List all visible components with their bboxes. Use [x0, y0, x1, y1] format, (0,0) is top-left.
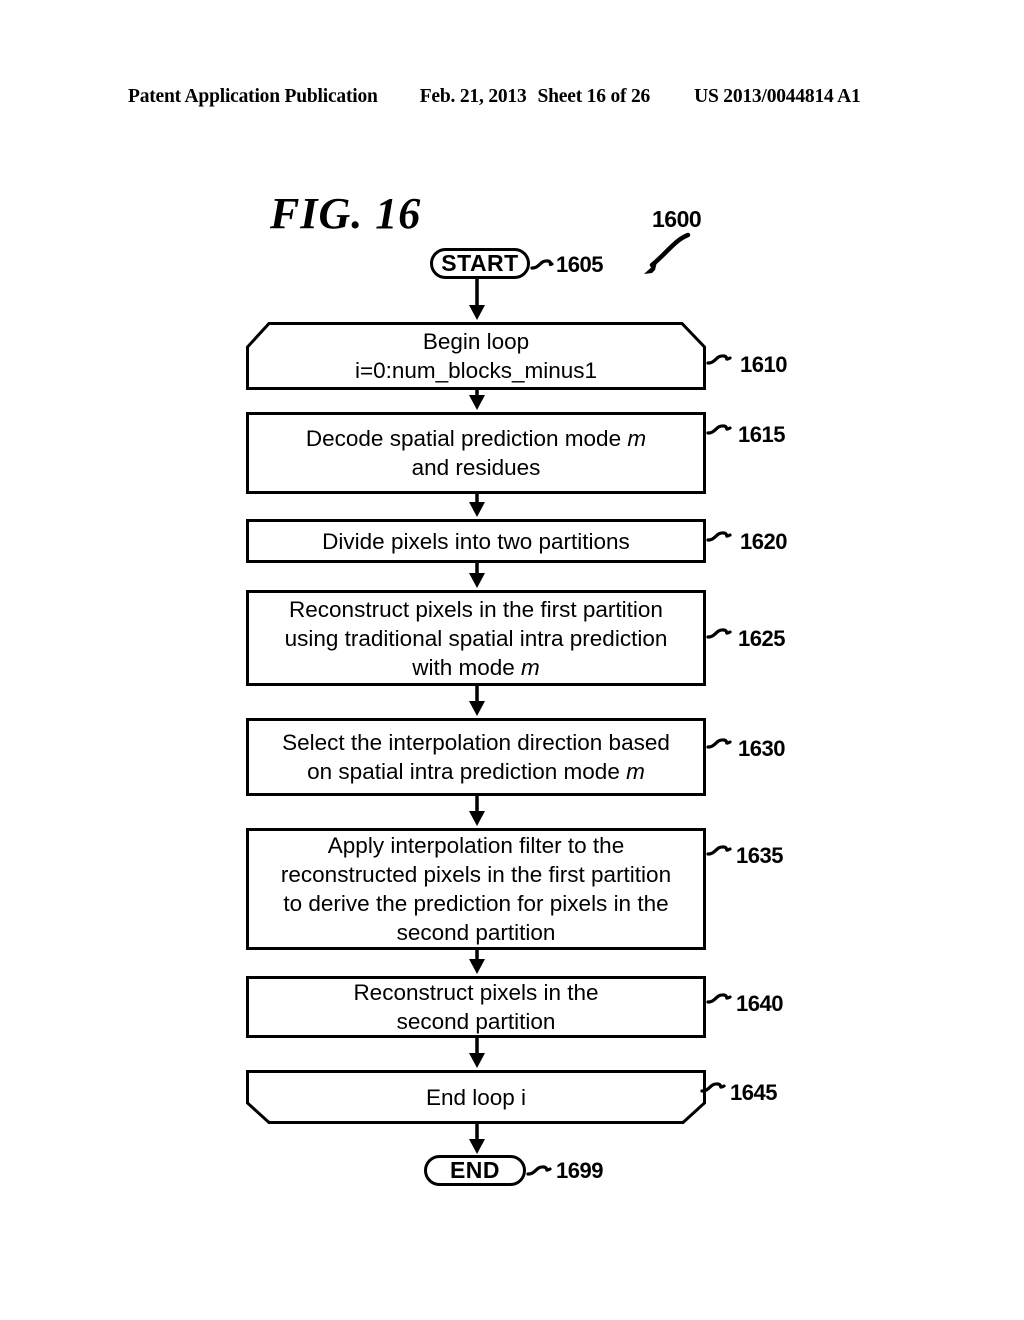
node-end-loop-label: End loop i: [425, 1084, 527, 1110]
flowchart: START Begin loop i=0:num_blocks_minus1 D…: [0, 0, 1024, 1320]
node-apply-interpolation-filter-line4: second partition: [396, 920, 556, 945]
ref-number-1699: 1699: [556, 1158, 603, 1183]
node-decode-mode-line2: and residues: [411, 455, 541, 480]
node-reconstruct-first-partition-line2: using traditional spatial intra predicti…: [284, 625, 668, 651]
ref-number-1630: 1630: [738, 736, 785, 761]
ref-number-1645: 1645: [730, 1080, 777, 1105]
node-select-interpolation-direction-line2: on spatial intra prediction mode m: [307, 759, 645, 784]
node-reconstruct-first-partition-line3: with mode m: [412, 654, 540, 680]
node-divide-pixels-label: Divide pixels into two partitions: [322, 528, 630, 554]
node-select-interpolation-direction-line1: Select the interpolation direction based: [282, 730, 670, 755]
ref-number-1620: 1620: [740, 529, 787, 554]
ref-number-1610: 1610: [740, 352, 787, 377]
node-start[interactable]: START: [430, 248, 530, 279]
ref-number-1635: 1635: [736, 843, 783, 868]
node-select-interpolation-direction[interactable]: Select the interpolation direction based…: [246, 718, 706, 796]
node-reconstruct-second-partition-line2: second partition: [396, 1009, 556, 1034]
ref-number-1615: 1615: [738, 422, 785, 447]
node-end-loop[interactable]: End loop i: [246, 1070, 706, 1124]
node-start-label: START: [441, 250, 519, 276]
node-reconstruct-first-partition-line1: Reconstruct pixels in the first partitio…: [289, 596, 663, 622]
node-apply-interpolation-filter[interactable]: Apply interpolation filter to the recons…: [246, 828, 706, 950]
node-reconstruct-first-partition[interactable]: Reconstruct pixels in the first partitio…: [246, 590, 706, 686]
node-decode-mode-line1: Decode spatial prediction mode m: [305, 426, 647, 451]
node-begin-loop-line2: i=0:num_blocks_minus1: [354, 358, 597, 383]
italic-variable-m: m: [627, 426, 647, 451]
ref-number-1640: 1640: [736, 991, 783, 1016]
node-apply-interpolation-filter-line3: to derive the prediction for pixels in t…: [283, 891, 669, 916]
italic-variable-m: m: [521, 654, 540, 680]
node-reconstruct-second-partition[interactable]: Reconstruct pixels in the second partiti…: [246, 976, 706, 1038]
node-divide-pixels[interactable]: Divide pixels into two partitions: [246, 519, 706, 563]
node-reconstruct-second-partition-line1: Reconstruct pixels in the: [353, 980, 599, 1005]
node-apply-interpolation-filter-line1: Apply interpolation filter to the: [327, 833, 625, 858]
node-end-label: END: [449, 1157, 501, 1183]
node-begin-loop[interactable]: Begin loop i=0:num_blocks_minus1: [246, 322, 706, 390]
italic-variable-m: m: [626, 759, 645, 784]
ref-number-1625: 1625: [738, 626, 785, 651]
node-decode-mode[interactable]: Decode spatial prediction mode m and res…: [246, 412, 706, 494]
node-begin-loop-line1: Begin loop: [422, 329, 530, 354]
node-end[interactable]: END: [424, 1155, 526, 1186]
ref-number-1605: 1605: [556, 252, 603, 277]
node-apply-interpolation-filter-line2: reconstructed pixels in the first partit…: [280, 862, 672, 887]
